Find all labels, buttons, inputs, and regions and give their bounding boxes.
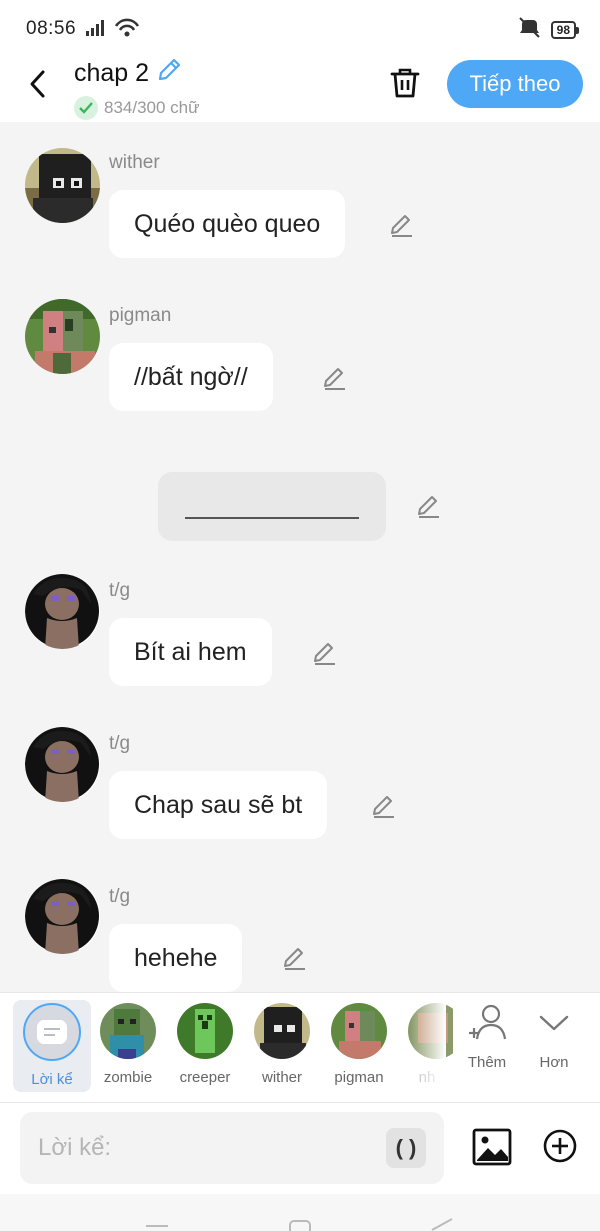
speaker-name: wither [109, 152, 160, 173]
mute-vibrate-icon [517, 16, 543, 43]
back-arrow-icon[interactable] [24, 66, 54, 102]
signal-wifi-icons [86, 18, 142, 43]
speaker-name: pigman [109, 305, 172, 326]
character-label: wither [261, 1069, 302, 1086]
compose-area: ( ) [0, 1102, 600, 1194]
add-circle-icon[interactable] [542, 1128, 578, 1164]
character-label: creeper [179, 1069, 231, 1086]
edit-title-icon[interactable] [155, 56, 183, 91]
character-narrator[interactable]: Lời kể [13, 1000, 91, 1092]
edit-message-icon[interactable] [281, 944, 309, 972]
check-icon [74, 96, 98, 120]
more-button[interactable]: Hơn [524, 1003, 584, 1071]
message-bubble[interactable]: //bất ngờ// [109, 343, 273, 411]
avatar-tg[interactable] [25, 727, 100, 802]
battery-indicator: 98 [550, 20, 580, 39]
character-selector: Lời kể zombie creeper wither pigman Thêm… [0, 992, 600, 1102]
image-icon[interactable] [472, 1127, 512, 1167]
back-nav-icon[interactable] [430, 1218, 454, 1231]
home-nav-icon[interactable] [289, 1219, 311, 1231]
message-list: wither Quéo quèo queo pigman //bất ngờ// [0, 122, 600, 992]
trash-icon[interactable] [388, 64, 422, 100]
compose-input[interactable] [38, 1112, 378, 1184]
edit-message-icon[interactable] [370, 792, 398, 820]
next-button[interactable]: Tiếp theo [447, 60, 583, 108]
edit-message-icon[interactable] [311, 639, 339, 667]
character-creeper[interactable]: creeper [170, 1003, 240, 1086]
avatar-tg[interactable] [25, 574, 100, 649]
character-label: zombie [103, 1069, 153, 1086]
character-label: Lời kể [31, 1071, 73, 1088]
parenthesis-button[interactable]: ( ) [386, 1128, 426, 1168]
chapter-title-block: chap 2 834/300 chữ [74, 56, 200, 120]
add-person-icon [465, 1004, 509, 1047]
speaker-name: t/g [109, 580, 131, 601]
more-label: Hơn [539, 1054, 569, 1071]
character-label: pigman [334, 1069, 384, 1086]
avatar-tg[interactable] [25, 879, 100, 954]
speaker-name: t/g [109, 886, 131, 907]
avatar-wither[interactable] [25, 148, 100, 223]
avatar-zombie [100, 1003, 156, 1059]
system-nav-bar [0, 1194, 600, 1231]
character-zombie[interactable]: zombie [93, 1003, 163, 1086]
narrator-icon [23, 1003, 81, 1061]
edit-message-icon[interactable] [321, 364, 349, 392]
speaker-name: t/g [109, 733, 131, 754]
narration-bubble-empty[interactable] [158, 472, 386, 541]
menu-nav-icon[interactable] [146, 1221, 168, 1231]
message-bubble[interactable]: Chap sau sẽ bt [109, 771, 328, 839]
status-time: 08:56 [26, 18, 77, 39]
avatar-wither [254, 1003, 310, 1059]
word-count: 834/300 chữ [104, 98, 200, 117]
status-bar: 08:56 98 [0, 0, 600, 56]
chapter-title: chap 2 [74, 59, 150, 87]
add-character-button[interactable]: Thêm [457, 1003, 517, 1071]
compose-box: ( ) [20, 1112, 444, 1184]
blank-line [185, 517, 359, 519]
avatar-pigman[interactable] [25, 299, 100, 374]
edit-message-icon[interactable] [388, 211, 416, 239]
chevron-down-icon [534, 1015, 574, 1047]
edit-message-icon[interactable] [415, 492, 443, 520]
message-bubble[interactable]: hehehe [109, 924, 243, 992]
editor-header: chap 2 834/300 chữ Tiếp theo [0, 56, 600, 122]
add-character-label: Thêm [467, 1054, 507, 1071]
message-bubble[interactable]: Bít ai hem [109, 618, 272, 686]
avatar-pigman [331, 1003, 387, 1059]
avatar-creeper [177, 1003, 233, 1059]
message-bubble[interactable]: Quéo quèo queo [109, 190, 346, 258]
character-wither[interactable]: wither [247, 1003, 317, 1086]
character-pigman[interactable]: pigman [324, 1003, 394, 1086]
